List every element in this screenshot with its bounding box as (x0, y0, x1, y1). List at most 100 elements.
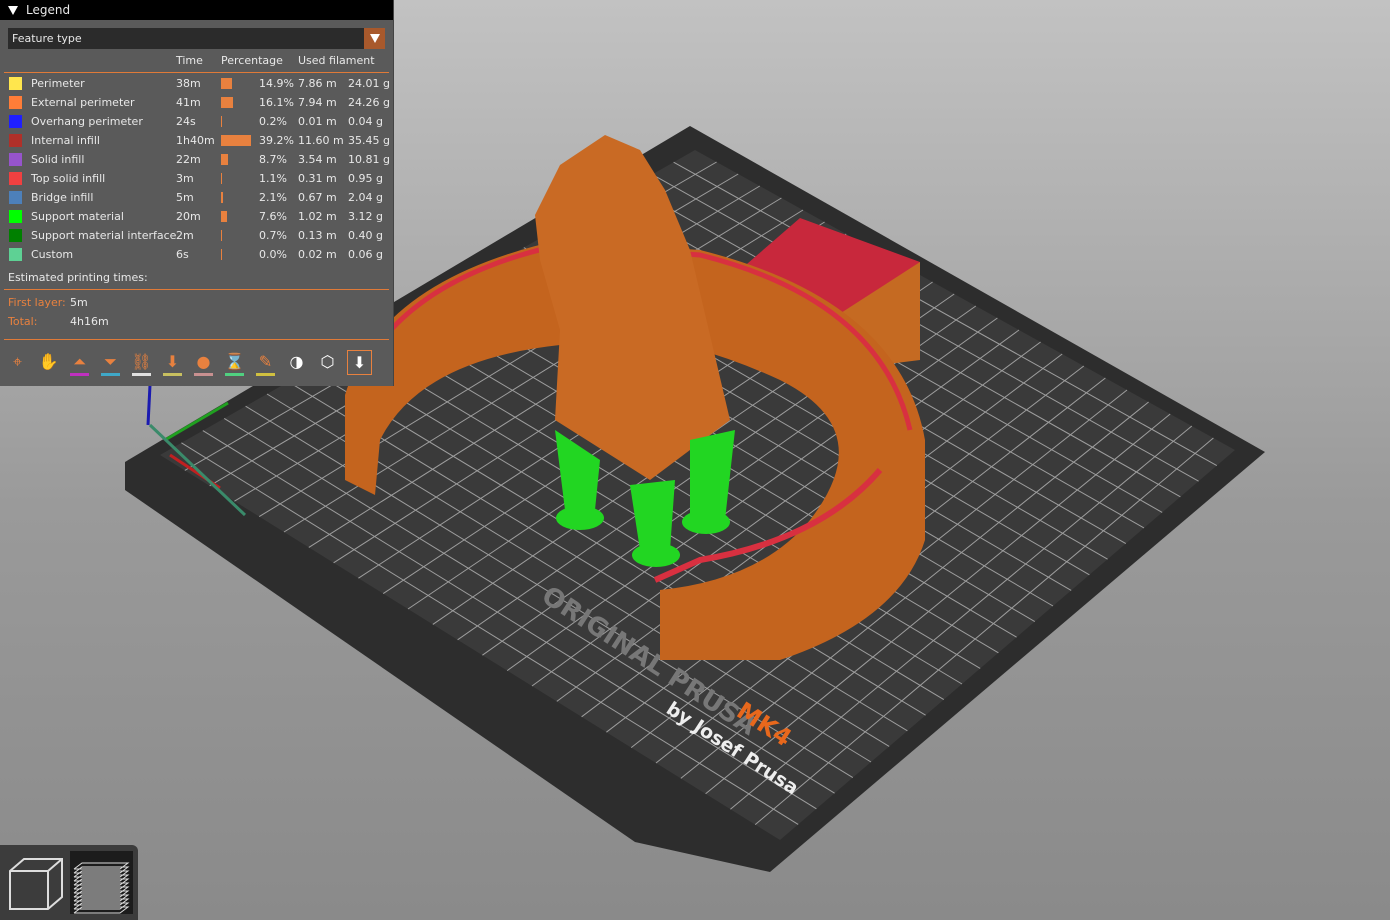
feature-length: 3.54 m (298, 153, 337, 166)
feature-time: 22m (176, 153, 201, 166)
total-label: Total: (8, 315, 38, 328)
dropdown-button[interactable] (364, 28, 385, 49)
feature-time: 6s (176, 248, 189, 261)
feature-length: 11.60 m (298, 134, 344, 147)
pause-prints-icon: ⌛ (224, 352, 245, 371)
color-swatch (9, 172, 22, 185)
retractions-icon: ⏶ (73, 351, 86, 371)
feature-time: 2m (176, 229, 194, 242)
color-changes-toggle[interactable]: ● (192, 350, 215, 376)
layers-icon (73, 862, 130, 914)
legend-row[interactable]: Perimeter 38m 14.9% 7.86 m 24.01 g (0, 74, 393, 93)
color-swatch (9, 191, 22, 204)
feature-length: 0.02 m (298, 248, 337, 261)
feature-name: Top solid infill (31, 172, 106, 185)
percentage-bar (221, 249, 222, 260)
col-used-filament: Used filament (298, 54, 375, 67)
feature-length: 0.01 m (298, 115, 337, 128)
feature-weight: 35.45 g (348, 134, 390, 147)
feature-percentage: 0.7% (259, 229, 287, 242)
percentage-bar (221, 154, 228, 165)
feature-weight: 3.12 g (348, 210, 383, 223)
legend-row[interactable]: Bridge infill 5m 2.1% 0.67 m 2.04 g (0, 188, 393, 207)
3d-view-button[interactable] (6, 853, 66, 913)
first-layer-time: 5m (70, 296, 88, 309)
center-of-gravity-toggle[interactable]: ◑ (285, 350, 308, 373)
feature-percentage: 0.2% (259, 115, 287, 128)
feature-weight: 24.01 g (348, 77, 390, 90)
percentage-bar (221, 135, 251, 146)
feature-name: Custom (31, 248, 74, 261)
feature-name: Support material (31, 210, 124, 223)
feature-weight: 0.95 g (348, 172, 383, 185)
pause-prints-toggle[interactable]: ⌛ (223, 350, 246, 376)
feature-weight: 10.81 g (348, 153, 390, 166)
seams-toggle[interactable]: ⛓ (130, 350, 153, 376)
feature-name: External perimeter (31, 96, 135, 109)
percentage-bar (221, 211, 227, 222)
wipe-toggle[interactable]: ✋ (37, 350, 60, 373)
feature-length: 1.02 m (298, 210, 337, 223)
custom-gcodes-toggle[interactable]: ✎ (254, 350, 277, 376)
color-swatch (9, 77, 22, 90)
travel-icon: ⌖ (12, 351, 22, 371)
feature-percentage: 7.6% (259, 210, 287, 223)
wipe-icon: ✋ (38, 352, 59, 371)
view-type-value: Feature type (12, 32, 82, 45)
feature-time: 1h40m (176, 134, 215, 147)
feature-length: 0.31 m (298, 172, 337, 185)
preview-button[interactable] (70, 851, 133, 914)
feature-weight: 0.04 g (348, 115, 383, 128)
percentage-bar (221, 230, 222, 241)
feature-percentage: 1.1% (259, 172, 287, 185)
color-swatch (9, 115, 22, 128)
travel-toggle[interactable]: ⌖ (6, 350, 29, 373)
feature-percentage: 39.2% (259, 134, 294, 147)
percentage-bar (221, 173, 222, 184)
legend-row[interactable]: Overhang perimeter 24s 0.2% 0.01 m 0.04 … (0, 112, 393, 131)
color-swatch (9, 134, 22, 147)
custom-gcodes-icon: ✎ (258, 352, 273, 371)
tool-changes-icon: ⬇ (165, 352, 180, 371)
collapse-icon[interactable] (8, 5, 18, 15)
color-changes-icon: ● (196, 352, 211, 371)
center-of-gravity-icon: ◑ (289, 352, 304, 371)
feature-time: 3m (176, 172, 194, 185)
feature-name: Perimeter (31, 77, 85, 90)
feature-percentage: 8.7% (259, 153, 287, 166)
percentage-bar (221, 97, 233, 108)
feature-weight: 2.04 g (348, 191, 383, 204)
legend-row[interactable]: Internal infill 1h40m 39.2% 11.60 m 35.4… (0, 131, 393, 150)
legend-row[interactable]: Top solid infill 3m 1.1% 0.31 m 0.95 g (0, 169, 393, 188)
legend-row[interactable]: Support material 20m 7.6% 1.02 m 3.12 g (0, 207, 393, 226)
percentage-bar (221, 192, 223, 203)
tool-changes-toggle[interactable]: ⬇ (161, 350, 184, 376)
feature-name: Bridge infill (31, 191, 94, 204)
legend-header[interactable]: Legend (0, 0, 393, 20)
tool-marker-icon: ⬇ (352, 353, 367, 372)
feature-percentage: 14.9% (259, 77, 294, 90)
feature-time: 5m (176, 191, 194, 204)
legend-row[interactable]: Support material interface 2m 0.7% 0.13 … (0, 226, 393, 245)
feature-time: 41m (176, 96, 201, 109)
view-type-select[interactable]: Feature type (8, 28, 385, 49)
cube-icon (9, 858, 63, 910)
seams-icon: ⛓ (131, 352, 152, 371)
deretractions-toggle[interactable]: ⏷ (99, 350, 122, 376)
shells-toggle[interactable]: ⬡ (316, 350, 339, 373)
legend-row[interactable]: Custom 6s 0.0% 0.02 m 0.06 g (0, 245, 393, 264)
feature-percentage: 2.1% (259, 191, 287, 204)
color-swatch (9, 229, 22, 242)
tool-marker-toggle[interactable]: ⬇ (347, 350, 372, 375)
shells-icon: ⬡ (320, 352, 335, 371)
legend-row[interactable]: Solid infill 22m 8.7% 3.54 m 10.81 g (0, 150, 393, 169)
col-time: Time (176, 54, 203, 67)
legend-panel: Legend Feature type Time Percentage Used… (0, 0, 394, 386)
retractions-toggle[interactable]: ⏶ (68, 350, 91, 376)
feature-name: Internal infill (31, 134, 100, 147)
legend-title: Legend (26, 3, 71, 17)
legend-row[interactable]: External perimeter 41m 16.1% 7.94 m 24.2… (0, 93, 393, 112)
feature-weight: 0.06 g (348, 248, 383, 261)
feature-weight: 24.26 g (348, 96, 390, 109)
percentage-bar (221, 78, 232, 89)
